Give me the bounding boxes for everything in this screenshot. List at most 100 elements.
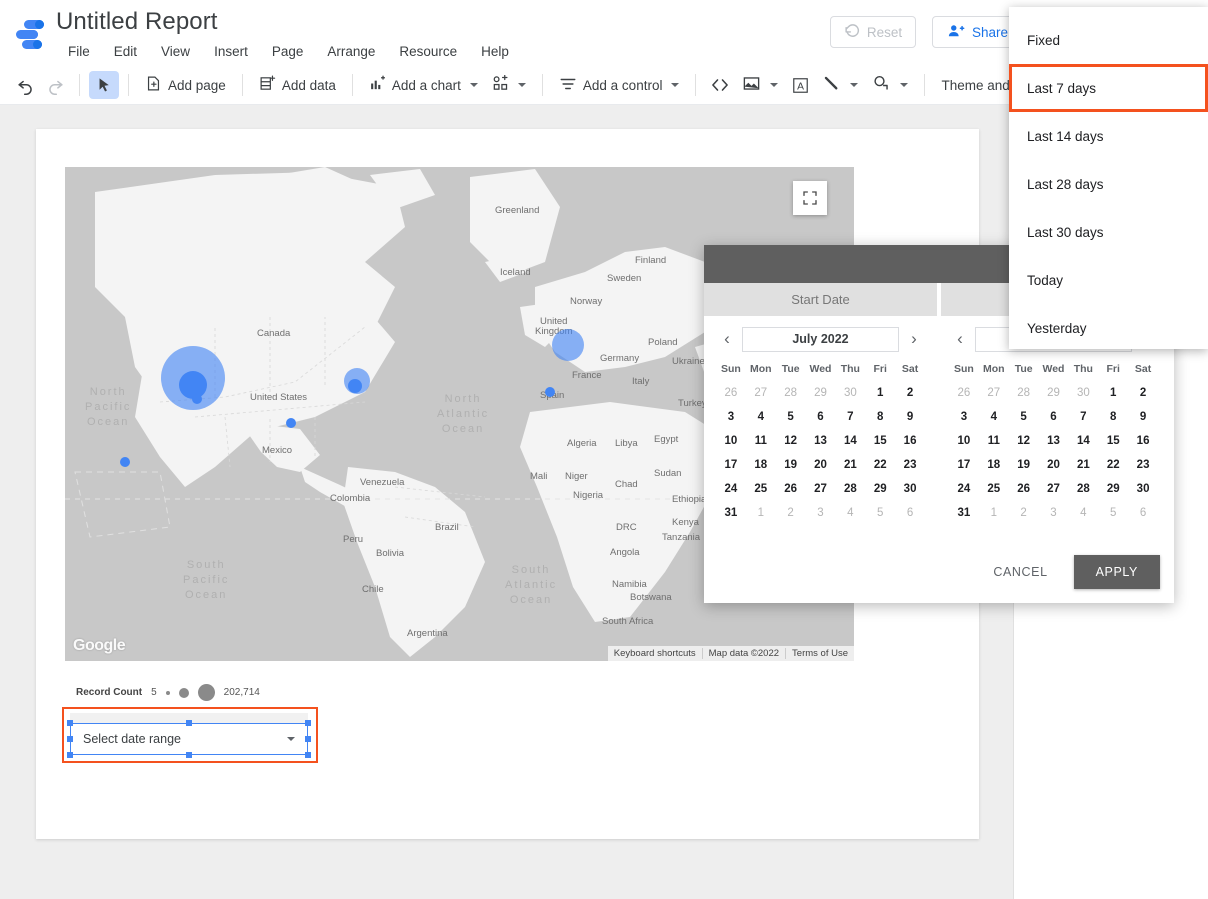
calendar-day[interactable]: 9 [895,408,925,426]
menu-help[interactable]: Help [469,41,521,62]
resize-handle[interactable] [305,720,311,726]
page-title[interactable]: Untitled Report [56,8,218,36]
calendar-day[interactable]: 28 [1068,480,1098,498]
calendar-day[interactable]: 4 [979,408,1009,426]
calendar-day[interactable]: 4 [835,504,865,522]
calendar-day[interactable]: 24 [949,480,979,498]
map-bubble[interactable] [192,394,202,404]
menu-item-yesterday[interactable]: Yesterday [1009,304,1208,352]
calendar-day[interactable]: 27 [979,384,1009,402]
calendar-day[interactable]: 3 [806,504,836,522]
calendar-day[interactable]: 3 [949,408,979,426]
community-visualizations-button[interactable] [485,71,533,99]
calendar-day[interactable]: 8 [865,408,895,426]
calendar-day[interactable]: 28 [1009,384,1039,402]
menu-item-last-30-days[interactable]: Last 30 days [1009,208,1208,256]
start-calendar[interactable]: ‹ July 2022 › Sun Mon Tue Wed Thu Fri Sat 26 27 2… [704,326,937,522]
menu-view[interactable]: View [149,41,202,62]
calendar-day[interactable]: 1 [1098,384,1128,402]
chevron-down-icon[interactable] [850,83,859,87]
calendar-day[interactable]: 1 [746,504,776,522]
chevron-down-icon[interactable] [671,83,680,87]
calendar-day[interactable]: 21 [1068,456,1098,474]
date-range-dropdown-menu[interactable]: Fixed Last 7 days Last 14 days Last 28 days… [1009,7,1208,349]
calendar-day[interactable]: 12 [1009,432,1039,450]
chevron-left-icon[interactable]: ‹ [949,328,971,350]
calendar-day[interactable]: 9 [1128,408,1158,426]
resize-handle[interactable] [67,736,73,742]
select-cursor-icon[interactable] [89,71,119,99]
calendar-day[interactable]: 4 [746,408,776,426]
calendar-day[interactable]: 16 [895,432,925,450]
chevron-left-icon[interactable]: ‹ [716,328,738,350]
calendar-day[interactable]: 27 [806,480,836,498]
calendar-day[interactable]: 30 [1128,480,1158,498]
line-button[interactable] [815,71,865,99]
calendar-day[interactable]: 19 [776,456,806,474]
month-label[interactable]: July 2022 [742,326,899,352]
calendar-day[interactable]: 30 [835,384,865,402]
calendar-day[interactable]: 19 [1009,456,1039,474]
calendar-day[interactable]: 20 [1039,456,1069,474]
calendar-day[interactable]: 29 [865,480,895,498]
calendar-day[interactable]: 2 [1128,384,1158,402]
image-button[interactable] [735,71,785,99]
calendar-day[interactable]: 25 [746,480,776,498]
calendar-day[interactable]: 29 [806,384,836,402]
resize-handle[interactable] [67,720,73,726]
calendar-day[interactable]: 3 [1039,504,1069,522]
calendar-day[interactable]: 21 [835,456,865,474]
embed-code-icon[interactable] [705,71,735,99]
menu-resource[interactable]: Resource [387,41,469,62]
chevron-down-icon[interactable] [770,83,779,87]
add-data-button[interactable]: Add data [252,71,343,99]
calendar-day[interactable]: 5 [1009,408,1039,426]
calendar-day[interactable]: 2 [895,384,925,402]
calendar-day[interactable]: 10 [949,432,979,450]
calendar-day[interactable]: 2 [776,504,806,522]
calendar-day[interactable]: 15 [865,432,895,450]
calendar-day[interactable]: 12 [776,432,806,450]
menu-page[interactable]: Page [260,41,316,62]
menu-item-fixed[interactable]: Fixed [1009,16,1208,64]
calendar-day[interactable]: 26 [1009,480,1039,498]
calendar-day[interactable]: 23 [895,456,925,474]
chevron-down-icon[interactable] [517,83,526,87]
calendar-day[interactable]: 6 [1039,408,1069,426]
calendar-day[interactable]: 26 [716,384,746,402]
calendar-day[interactable]: 1 [979,504,1009,522]
menu-item-last-28-days[interactable]: Last 28 days [1009,160,1208,208]
menu-arrange[interactable]: Arrange [315,41,387,62]
calendar-grid[interactable]: Sun Mon Tue Wed Thu Fri Sat 26 27 28 29 30 1 2 3 4 5 6 7 8 9… [716,360,925,522]
calendar-day[interactable]: 28 [776,384,806,402]
start-date-tab[interactable]: Start Date [704,283,937,316]
text-box-icon[interactable]: A [785,71,815,99]
resize-handle[interactable] [186,720,192,726]
chevron-down-icon[interactable] [469,83,478,87]
calendar-day[interactable]: 25 [979,480,1009,498]
calendar-day[interactable]: 26 [776,480,806,498]
calendar-day[interactable]: 10 [716,432,746,450]
date-range-control-wrapper[interactable]: Select date range [62,707,318,763]
calendar-day[interactable]: 3 [716,408,746,426]
calendar-day[interactable]: 27 [746,384,776,402]
shape-button[interactable] [865,71,915,99]
calendar-day[interactable]: 31 [716,504,746,522]
calendar-day[interactable]: 14 [1068,432,1098,450]
calendar-day[interactable]: 29 [1098,480,1128,498]
calendar-day[interactable]: 28 [835,480,865,498]
menu-edit[interactable]: Edit [102,41,149,62]
calendar-day[interactable]: 7 [835,408,865,426]
end-calendar[interactable]: ‹ › SunMonTueWedThuFriSat262728293012345… [937,326,1170,522]
map-bubble[interactable] [120,457,130,467]
calendar-day[interactable]: 6 [806,408,836,426]
apply-button[interactable]: APPLY [1073,555,1160,589]
keyboard-shortcuts-link[interactable]: Keyboard shortcuts [608,648,702,659]
calendar-day[interactable]: 26 [949,384,979,402]
map-bubble[interactable] [286,418,296,428]
resize-handle[interactable] [67,752,73,758]
calendar-day[interactable]: 31 [949,504,979,522]
calendar-day[interactable]: 13 [806,432,836,450]
menu-insert[interactable]: Insert [202,41,260,62]
calendar-day[interactable]: 30 [1068,384,1098,402]
